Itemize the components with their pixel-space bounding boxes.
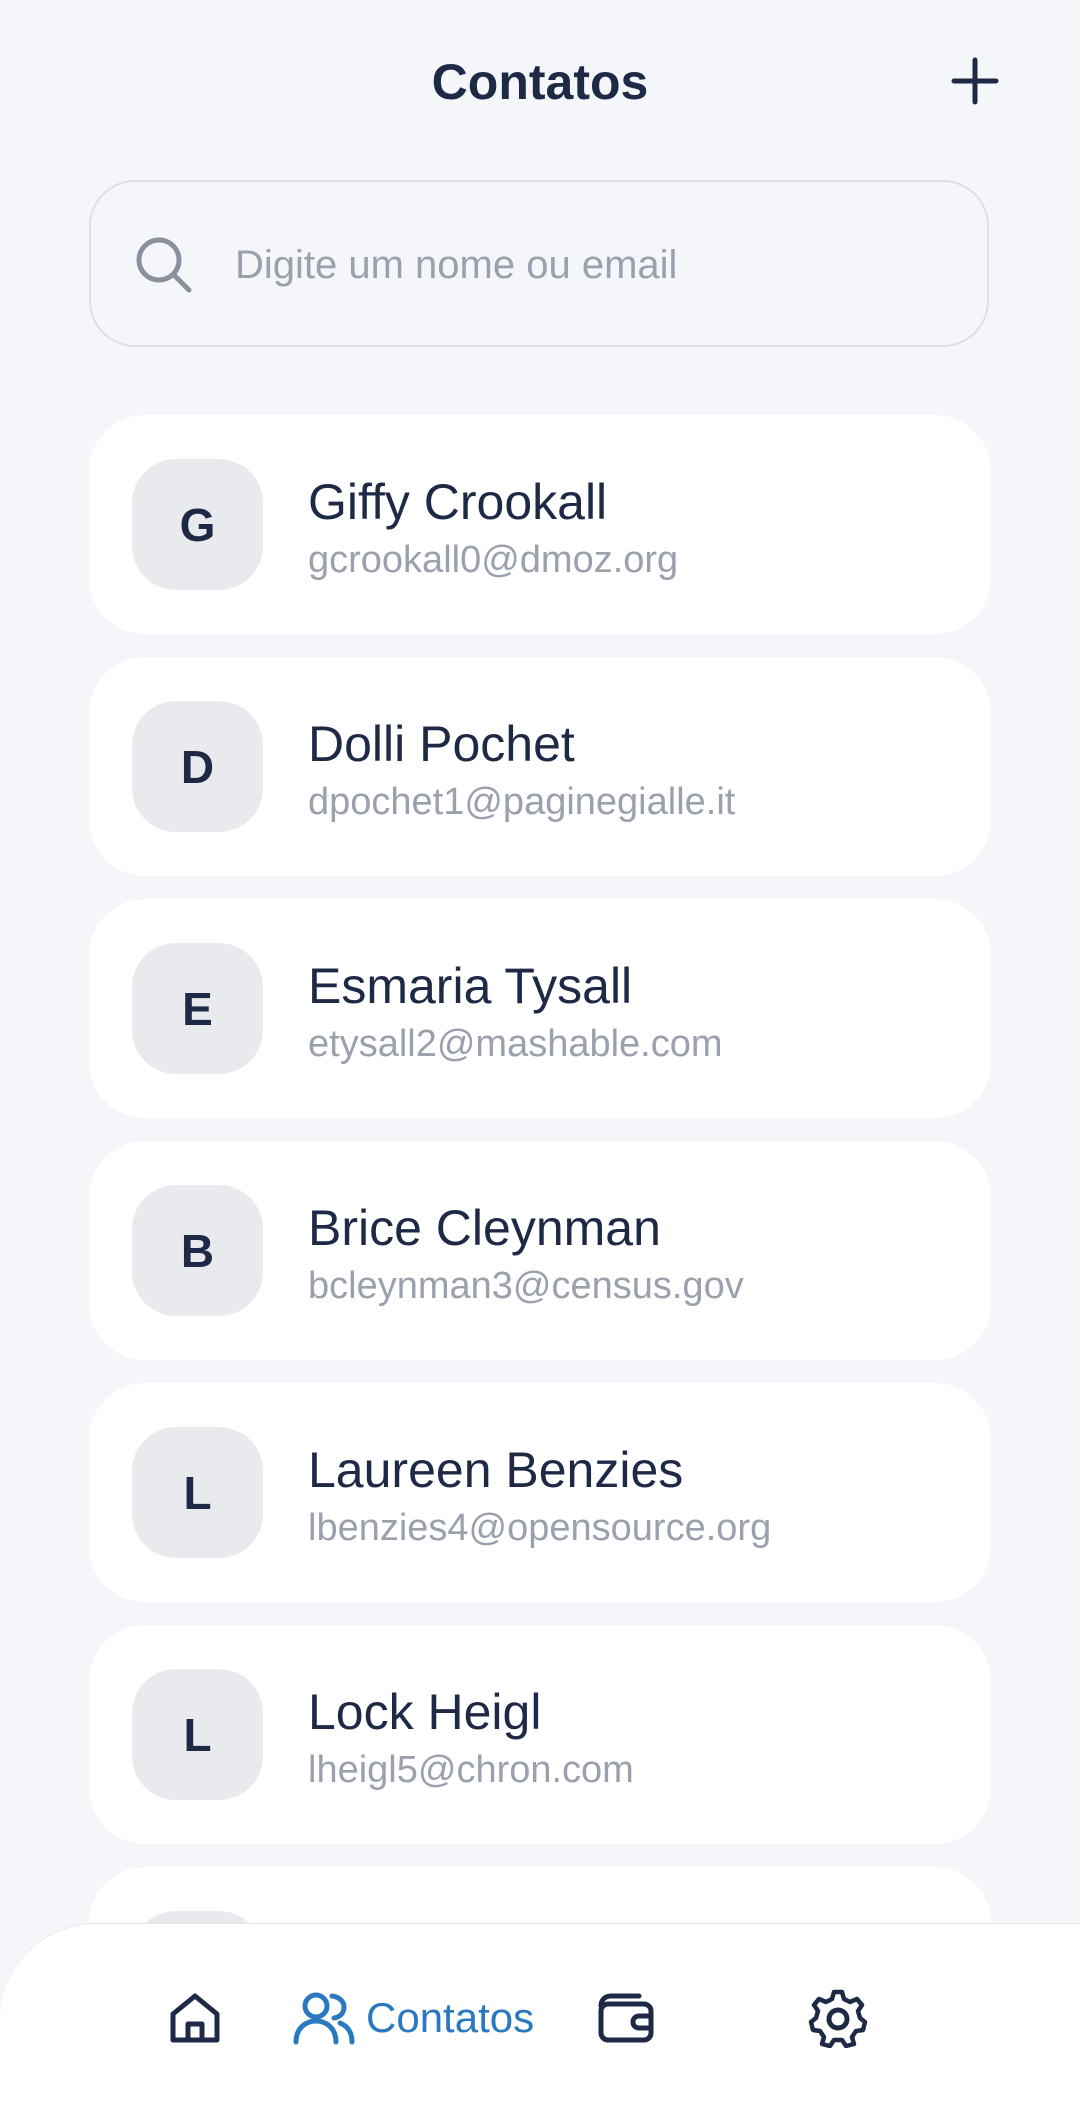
avatar: L	[132, 1427, 263, 1558]
contact-card[interactable]: G Giffy Crookall gcrookall0@dmoz.org	[89, 415, 991, 634]
contact-email: bcleynman3@census.gov	[308, 1265, 744, 1307]
header: Contatos	[0, 0, 1080, 165]
users-icon	[293, 1992, 355, 2044]
contact-name: Giffy Crookall	[308, 474, 608, 530]
gear-icon	[808, 1989, 868, 2048]
nav-wallet[interactable]	[595, 1922, 655, 2113]
contact-email: lbenzies4@opensource.org	[308, 1507, 772, 1549]
contact-card[interactable]: L Laureen Benzies lbenzies4@opensource.o…	[89, 1383, 991, 1602]
avatar: B	[132, 1185, 263, 1316]
nav-contacts[interactable]: Contatos	[292, 1922, 534, 2113]
search-icon	[136, 237, 192, 293]
add-contact-button[interactable]	[940, 46, 1010, 116]
contact-name: Brice Cleynman	[308, 1200, 661, 1256]
contact-list: G Giffy Crookall gcrookall0@dmoz.org D D…	[89, 415, 991, 2109]
contact-email: etysall2@mashable.com	[308, 1023, 723, 1065]
bottom-nav: Contatos	[0, 1923, 1080, 2114]
contact-name: Esmaria Tysall	[308, 958, 633, 1014]
contact-card[interactable]: E Esmaria Tysall etysall2@mashable.com	[89, 899, 991, 1118]
page-title: Contatos	[431, 54, 649, 110]
contact-card[interactable]: B Brice Cleynman bcleynman3@census.gov	[89, 1141, 991, 1360]
home-icon	[170, 1993, 220, 2042]
contact-card[interactable]: D Dolli Pochet dpochet1@paginegialle.it	[89, 657, 991, 876]
nav-settings[interactable]	[808, 1922, 868, 2113]
wallet-icon	[598, 1993, 654, 2042]
nav-home[interactable]	[165, 1922, 225, 2113]
contact-name: Laureen Benzies	[308, 1442, 684, 1498]
contact-email: dpochet1@paginegialle.it	[308, 781, 736, 823]
contact-name: Lock Heigl	[308, 1684, 542, 1740]
nav-contacts-label: Contatos	[366, 1993, 535, 2041]
contact-email: lheigl5@chron.com	[308, 1749, 634, 1791]
avatar: E	[132, 943, 263, 1074]
avatar: L	[132, 1669, 263, 1800]
search-bar[interactable]	[89, 180, 989, 347]
contact-email: gcrookall0@dmoz.org	[308, 539, 679, 581]
search-input[interactable]	[233, 222, 937, 308]
avatar: G	[132, 459, 263, 590]
plus-icon	[951, 57, 999, 105]
contact-name: Dolli Pochet	[308, 716, 575, 772]
avatar: D	[132, 701, 263, 832]
contact-card[interactable]: L Lock Heigl lheigl5@chron.com	[89, 1625, 991, 1844]
